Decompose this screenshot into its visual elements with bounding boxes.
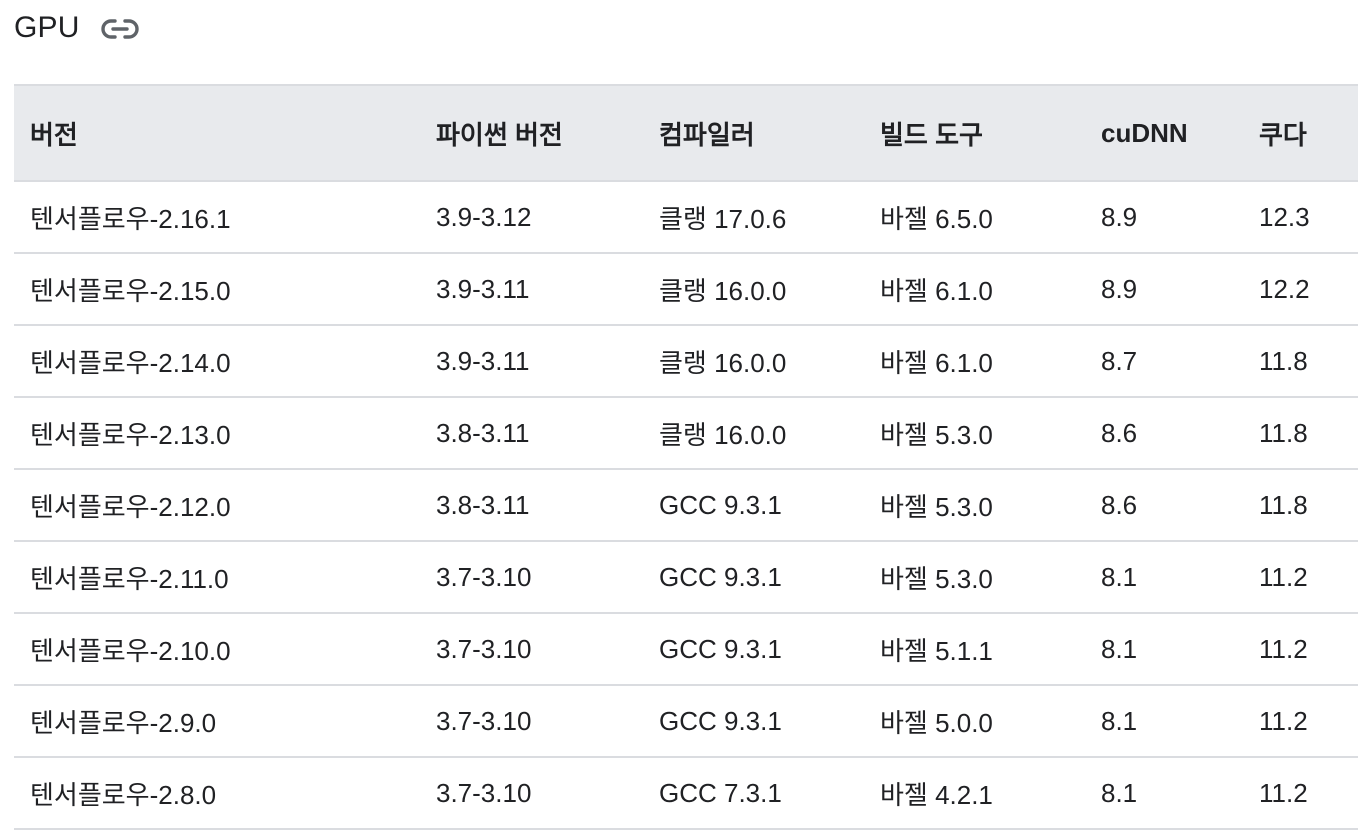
cell-cudnn: 8.7 [1085,325,1243,398]
cell-compiler: 클랭 17.0.6 [643,181,864,254]
cell-version: 텐서플로우-2.15.0 [14,253,420,326]
cell-compiler: GCC 7.3.1 [643,757,864,830]
cell-compiler: GCC 9.3.1 [643,613,864,686]
header-build-tool: 빌드 도구 [864,84,1085,182]
gpu-table-container: 버전 파이썬 버전 컴파일러 빌드 도구 cuDNN 쿠다 텐서플로우-2.16… [14,84,1358,830]
cell-cuda: 12.2 [1243,253,1358,326]
cell-compiler: GCC 9.3.1 [643,541,864,614]
table-row: 텐서플로우-2.11.0 3.7-3.10 GCC 9.3.1 바젤 5.3.0… [14,541,1358,614]
cell-build-tool: 바젤 6.5.0 [864,181,1085,254]
cell-version: 텐서플로우-2.10.0 [14,613,420,686]
table-row: 텐서플로우-2.13.0 3.8-3.11 클랭 16.0.0 바젤 5.3.0… [14,397,1358,470]
cell-version: 텐서플로우-2.11.0 [14,541,420,614]
cell-build-tool: 바젤 6.1.0 [864,325,1085,398]
cell-cuda: 11.2 [1243,685,1358,758]
cell-compiler: 클랭 16.0.0 [643,397,864,470]
cell-cuda: 11.2 [1243,757,1358,830]
header-cudnn: cuDNN [1085,84,1243,182]
table-row: 텐서플로우-2.10.0 3.7-3.10 GCC 9.3.1 바젤 5.1.1… [14,613,1358,686]
cell-cuda: 12.3 [1243,181,1358,254]
cell-version: 텐서플로우-2.9.0 [14,685,420,758]
table-row: 텐서플로우-2.16.1 3.9-3.12 클랭 17.0.6 바젤 6.5.0… [14,181,1358,254]
cell-version: 텐서플로우-2.16.1 [14,181,420,254]
cell-compiler: 클랭 16.0.0 [643,325,864,398]
page: GPU 버전 파이썬 버전 컴파일러 빌드 도구 cuDNN 쿠다 텐서플로우-… [0,0,1368,832]
cell-python-version: 3.9-3.11 [420,325,643,398]
cell-build-tool: 바젤 5.3.0 [864,541,1085,614]
cell-python-version: 3.7-3.10 [420,757,643,830]
header-version: 버전 [14,84,420,182]
table-row: 텐서플로우-2.8.0 3.7-3.10 GCC 7.3.1 바젤 4.2.1 … [14,757,1358,830]
cell-cudnn: 8.1 [1085,541,1243,614]
cell-python-version: 3.8-3.11 [420,469,643,542]
cell-cuda: 11.2 [1243,541,1358,614]
header-compiler: 컴파일러 [643,84,864,182]
cell-python-version: 3.7-3.10 [420,541,643,614]
cell-build-tool: 바젤 5.3.0 [864,397,1085,470]
cell-python-version: 3.9-3.12 [420,181,643,254]
cell-build-tool: 바젤 5.0.0 [864,685,1085,758]
link-icon[interactable] [100,17,140,41]
cell-build-tool: 바젤 5.1.1 [864,613,1085,686]
cell-python-version: 3.8-3.11 [420,397,643,470]
cell-compiler: 클랭 16.0.0 [643,253,864,326]
cell-build-tool: 바젤 6.1.0 [864,253,1085,326]
cell-cuda: 11.8 [1243,397,1358,470]
table-row: 텐서플로우-2.12.0 3.8-3.11 GCC 9.3.1 바젤 5.3.0… [14,469,1358,542]
table-header-row: 버전 파이썬 버전 컴파일러 빌드 도구 cuDNN 쿠다 [14,84,1358,182]
header-cuda: 쿠다 [1243,84,1358,182]
section-title: GPU [14,11,80,44]
cell-python-version: 3.7-3.10 [420,613,643,686]
cell-version: 텐서플로우-2.12.0 [14,469,420,542]
cell-cudnn: 8.1 [1085,685,1243,758]
cell-cuda: 11.8 [1243,325,1358,398]
cell-cudnn: 8.9 [1085,181,1243,254]
cell-python-version: 3.9-3.11 [420,253,643,326]
cell-cuda: 11.2 [1243,613,1358,686]
section-heading: GPU [14,6,140,50]
cell-build-tool: 바젤 4.2.1 [864,757,1085,830]
cell-cudnn: 8.9 [1085,253,1243,326]
cell-version: 텐서플로우-2.8.0 [14,757,420,830]
gpu-build-table: 버전 파이썬 버전 컴파일러 빌드 도구 cuDNN 쿠다 텐서플로우-2.16… [14,84,1358,830]
cell-version: 텐서플로우-2.13.0 [14,397,420,470]
cell-compiler: GCC 9.3.1 [643,685,864,758]
table-row: 텐서플로우-2.14.0 3.9-3.11 클랭 16.0.0 바젤 6.1.0… [14,325,1358,398]
link-icon-graphic [101,19,139,39]
table-row: 텐서플로우-2.15.0 3.9-3.11 클랭 16.0.0 바젤 6.1.0… [14,253,1358,326]
table-row: 텐서플로우-2.9.0 3.7-3.10 GCC 9.3.1 바젤 5.0.0 … [14,685,1358,758]
cell-cuda: 11.8 [1243,469,1358,542]
cell-compiler: GCC 9.3.1 [643,469,864,542]
cell-cudnn: 8.1 [1085,757,1243,830]
cell-build-tool: 바젤 5.3.0 [864,469,1085,542]
cell-python-version: 3.7-3.10 [420,685,643,758]
cell-version: 텐서플로우-2.14.0 [14,325,420,398]
header-python-version: 파이썬 버전 [420,84,643,182]
cell-cudnn: 8.1 [1085,613,1243,686]
cell-cudnn: 8.6 [1085,469,1243,542]
cell-cudnn: 8.6 [1085,397,1243,470]
